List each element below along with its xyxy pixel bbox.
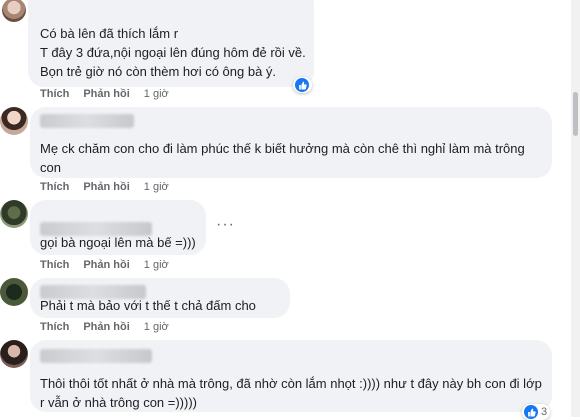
commenter-name-redacted [40,349,152,363]
reply-button[interactable]: Phản hồi [83,259,129,273]
comment-text-line: Bọn trẻ giờ nó còn thèm hơi có ông bà ý. [40,64,277,79]
comment-actions: Thích Phản hồi 1 giờ [40,321,169,335]
scrollbar-thumb[interactable] [573,92,578,136]
comment-timestamp[interactable]: 1 giờ [144,181,169,195]
reaction-summary[interactable]: 3 [522,404,551,420]
scrollbar-track[interactable] [571,0,580,417]
avatar[interactable] [2,0,26,22]
commenter-name-redacted [40,114,134,128]
like-button[interactable]: Thích [40,88,69,102]
reply-button[interactable]: Phản hồi [83,181,129,195]
comment-timestamp[interactable]: 1 giờ [144,259,169,273]
comment-actions: Thích Phản hồi 1 giờ [40,259,169,273]
avatar[interactable] [0,340,28,368]
reply-button[interactable]: Phản hồi [83,88,129,102]
comment-text-line: Có bà lên đã thích lắm r [40,26,179,41]
comment-text-line: Phải t mà bảo với t thế t chả đấm cho [40,298,256,313]
comment-text-line: r vẫn ở nhà trông con =))))) [40,395,198,410]
like-button[interactable]: Thích [40,181,69,195]
reply-button[interactable]: Phản hồi [83,321,129,335]
comment-timestamp[interactable]: 1 giờ [144,321,169,335]
comment-actions: Thích Phản hồi 1 giờ [40,88,169,102]
comment-timestamp[interactable]: 1 giờ [144,88,169,102]
reaction-count: 3 [541,406,548,418]
comment-actions: Thích Phản hồi 1 giờ [40,181,169,195]
comment-text-line: T đây 3 đứa,nội ngoại lên đúng hôm đẻ rồ… [40,45,306,60]
more-options-button[interactable]: ··· [216,217,235,233]
avatar[interactable] [0,200,28,228]
comment-text-line: Thôi thôi tốt nhất ở nhà mà trông, đã nh… [40,376,542,391]
reaction-summary[interactable] [293,77,312,93]
like-button[interactable]: Thích [40,259,69,273]
avatar[interactable] [0,278,28,306]
comment-text-line: gọi bà ngoại lên mà bế =))) [40,235,196,250]
comment-text-line: Mẹ ck chăm con cho đi làm phúc thế k biế… [40,141,525,156]
like-button[interactable]: Thích [40,321,69,335]
comment-text-line: con [40,160,61,175]
avatar[interactable] [0,107,28,135]
like-icon [295,78,309,92]
